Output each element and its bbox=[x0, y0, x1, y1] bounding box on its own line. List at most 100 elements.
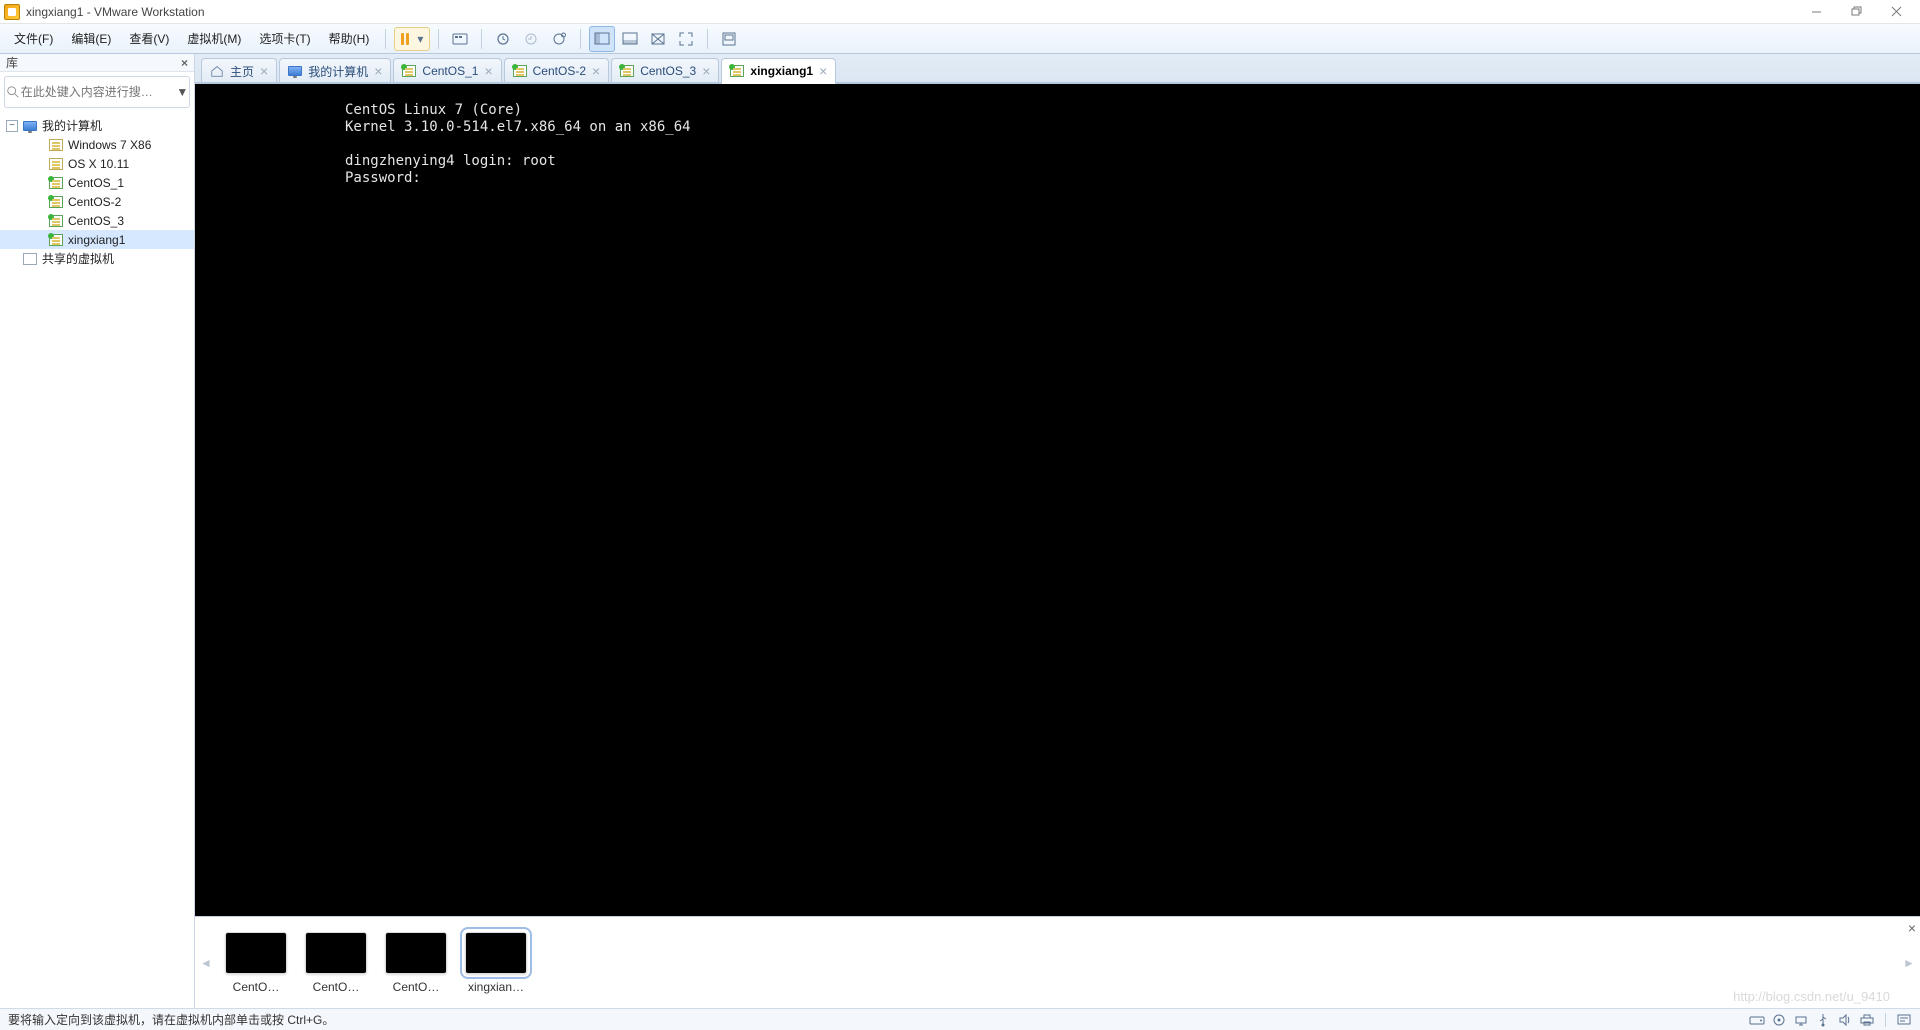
sound-icon[interactable] bbox=[1837, 1013, 1853, 1027]
cd-icon[interactable] bbox=[1771, 1013, 1787, 1027]
tab-label: CentOS_1 bbox=[422, 64, 478, 78]
snapshot-manager-button[interactable] bbox=[546, 26, 572, 52]
vm-running-icon bbox=[620, 64, 634, 78]
tab-label: CentOS-2 bbox=[533, 64, 586, 78]
tab-mycomputer[interactable]: 我的计算机 × bbox=[279, 58, 391, 83]
monitor-icon bbox=[288, 64, 302, 78]
minimize-button[interactable] bbox=[1796, 1, 1836, 23]
thumb-centos1[interactable]: CentO… bbox=[221, 932, 291, 994]
window-title: xingxiang1 - VMware Workstation bbox=[26, 5, 1796, 19]
send-ctrlaltdel-button[interactable] bbox=[447, 26, 473, 52]
library-search[interactable]: ▼ bbox=[4, 76, 190, 108]
tab-close-button[interactable]: × bbox=[484, 64, 492, 78]
thumb-xingxiang1[interactable]: xingxian… bbox=[461, 932, 531, 994]
unity-mode-button[interactable] bbox=[716, 26, 742, 52]
separator bbox=[481, 29, 482, 49]
menu-help[interactable]: 帮助(H) bbox=[321, 26, 378, 51]
pause-dropdown-icon[interactable]: ▾ bbox=[417, 32, 423, 46]
search-icon bbox=[5, 85, 21, 99]
thumb-centos2[interactable]: CentO… bbox=[301, 932, 371, 994]
library-search-input[interactable] bbox=[21, 77, 176, 107]
tree-vm-centos3[interactable]: CentOS_3 bbox=[0, 211, 194, 230]
tab-close-button[interactable]: × bbox=[702, 64, 710, 78]
pause-vm-button[interactable]: ▾ bbox=[394, 27, 430, 51]
tab-label: 我的计算机 bbox=[308, 63, 368, 80]
separator bbox=[1885, 1013, 1886, 1027]
status-text: 要将输入定向到该虚拟机，请在虚拟机内部单击或按 Ctrl+G。 bbox=[8, 1011, 334, 1028]
library-panel: 库 × ▼ − 我的计算机 Windows 7 X86 OS X 10.11 C… bbox=[0, 54, 195, 1008]
tree-label: CentOS-2 bbox=[68, 195, 121, 209]
terminal-output: CentOS Linux 7 (Core) Kernel 3.10.0-514.… bbox=[195, 84, 1920, 187]
main-area: 库 × ▼ − 我的计算机 Windows 7 X86 OS X 10.11 C… bbox=[0, 54, 1920, 1008]
tab-close-button[interactable]: × bbox=[819, 64, 827, 78]
thumbnail-bar: ◄ CentO… CentO… CentO… xingxian… ► × bbox=[195, 916, 1920, 1008]
menu-vm[interactable]: 虚拟机(M) bbox=[179, 26, 249, 51]
vm-running-icon bbox=[48, 214, 64, 228]
tab-centos2[interactable]: CentOS-2 × bbox=[504, 58, 610, 83]
close-button[interactable] bbox=[1876, 1, 1916, 23]
restore-button[interactable] bbox=[1836, 1, 1876, 23]
tree-vm-xingxiang1[interactable]: xingxiang1 bbox=[0, 230, 194, 249]
home-icon bbox=[210, 64, 224, 78]
tab-close-button[interactable]: × bbox=[374, 64, 382, 78]
tree-label: CentOS_3 bbox=[68, 214, 124, 228]
tree-vm-osx[interactable]: OS X 10.11 bbox=[0, 154, 194, 173]
vm-running-icon bbox=[48, 195, 64, 209]
hdd-icon[interactable] bbox=[1749, 1013, 1765, 1027]
snapshot-take-button[interactable] bbox=[490, 26, 516, 52]
tree-label: Windows 7 X86 bbox=[68, 138, 151, 152]
menu-view[interactable]: 查看(V) bbox=[121, 26, 177, 51]
menu-tabs[interactable]: 选项卡(T) bbox=[251, 26, 318, 51]
snapshot-revert-button[interactable] bbox=[518, 26, 544, 52]
thumb-label: CentO… bbox=[221, 980, 291, 994]
library-close-button[interactable]: × bbox=[181, 56, 188, 70]
vm-console[interactable]: CentOS Linux 7 (Core) Kernel 3.10.0-514.… bbox=[195, 84, 1920, 916]
tab-home[interactable]: 主页 × bbox=[201, 58, 277, 83]
tree-label: OS X 10.11 bbox=[68, 157, 129, 171]
tree-label: 共享的虚拟机 bbox=[42, 250, 114, 267]
separator bbox=[385, 29, 386, 49]
network-icon[interactable] bbox=[1793, 1013, 1809, 1027]
library-header: 库 × bbox=[0, 54, 194, 72]
tab-close-button[interactable]: × bbox=[592, 64, 600, 78]
thumb-label: CentO… bbox=[381, 980, 451, 994]
message-log-icon[interactable] bbox=[1896, 1013, 1912, 1027]
tree-vm-windows7[interactable]: Windows 7 X86 bbox=[0, 135, 194, 154]
tab-centos3[interactable]: CentOS_3 × bbox=[611, 58, 719, 83]
tree-label: 我的计算机 bbox=[42, 117, 102, 134]
tab-label: CentOS_3 bbox=[640, 64, 696, 78]
thumbnail-bar-close[interactable]: × bbox=[1908, 920, 1916, 936]
thumb-preview bbox=[305, 932, 367, 974]
tree-vm-centos2[interactable]: CentOS-2 bbox=[0, 192, 194, 211]
thumb-label: CentO… bbox=[301, 980, 371, 994]
view-fullscreen-button[interactable] bbox=[673, 26, 699, 52]
tree-vm-centos1[interactable]: CentOS_1 bbox=[0, 173, 194, 192]
separator bbox=[580, 29, 581, 49]
view-stretch-button[interactable] bbox=[645, 26, 671, 52]
vm-running-icon bbox=[730, 64, 744, 78]
device-icons bbox=[1749, 1013, 1912, 1027]
collapse-icon[interactable]: − bbox=[6, 120, 18, 132]
watermark-text: http://blog.csdn.net/u_9410 bbox=[1733, 989, 1890, 1004]
tab-bar: 主页 × 我的计算机 × CentOS_1 × CentOS-2 × CentO… bbox=[195, 54, 1920, 84]
view-thumbnail-button[interactable] bbox=[617, 26, 643, 52]
usb-icon[interactable] bbox=[1815, 1013, 1831, 1027]
menu-file[interactable]: 文件(F) bbox=[6, 26, 61, 51]
view-console-button[interactable] bbox=[589, 26, 615, 52]
app-icon bbox=[4, 4, 20, 20]
search-dropdown-button[interactable]: ▼ bbox=[176, 85, 189, 99]
tab-xingxiang1[interactable]: xingxiang1 × bbox=[721, 58, 836, 83]
pause-icon bbox=[401, 33, 409, 45]
tab-close-button[interactable]: × bbox=[260, 64, 268, 78]
menu-edit[interactable]: 编辑(E) bbox=[63, 26, 119, 51]
tab-label: xingxiang1 bbox=[750, 64, 813, 78]
tree-root-mycomputer[interactable]: − 我的计算机 bbox=[0, 116, 194, 135]
thumb-centos3[interactable]: CentO… bbox=[381, 932, 451, 994]
thumb-label: xingxian… bbox=[461, 980, 531, 994]
vm-running-icon bbox=[513, 64, 527, 78]
tab-centos1[interactable]: CentOS_1 × bbox=[393, 58, 501, 83]
tree-shared-vms[interactable]: 共享的虚拟机 bbox=[0, 249, 194, 268]
thumb-scroll-left[interactable]: ◄ bbox=[195, 917, 217, 1008]
status-bar: 要将输入定向到该虚拟机，请在虚拟机内部单击或按 Ctrl+G。 bbox=[0, 1008, 1920, 1030]
printer-icon[interactable] bbox=[1859, 1013, 1875, 1027]
